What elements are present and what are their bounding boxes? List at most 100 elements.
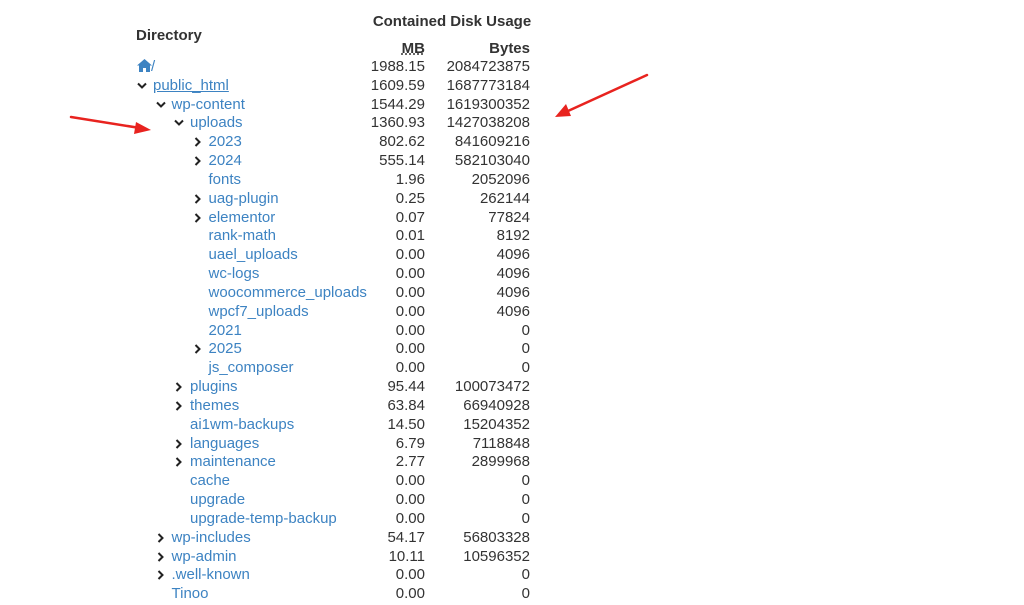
bytes-value: 4096 bbox=[496, 246, 530, 263]
mb-value: 2.77 bbox=[395, 453, 425, 470]
bytes-value: 0 bbox=[521, 585, 530, 602]
directory-link[interactable]: cache bbox=[190, 471, 230, 490]
bytes-value: 0 bbox=[521, 340, 530, 357]
directory-header: Directory bbox=[136, 27, 202, 44]
bytes-value: 7118848 bbox=[472, 435, 530, 452]
table-row: uag-plugin 0.25 262144 bbox=[0, 189, 1024, 208]
table-row: ai1wm-backups 14.50 15204352 bbox=[0, 415, 1024, 434]
directory-link[interactable]: fonts bbox=[209, 170, 242, 189]
table-row: themes 63.84 66940928 bbox=[0, 396, 1024, 415]
mb-value: 0.25 bbox=[395, 190, 425, 207]
chevron-right-icon[interactable] bbox=[192, 343, 204, 355]
directory-link[interactable]: wp-includes bbox=[172, 528, 251, 547]
mb-value: 1609.59 bbox=[370, 77, 425, 94]
chevron-right-icon[interactable] bbox=[173, 400, 185, 412]
directory-link[interactable]: 2024 bbox=[209, 151, 242, 170]
bytes-value: 4096 bbox=[496, 265, 530, 282]
chevron-right-icon[interactable] bbox=[173, 381, 185, 393]
directory-link[interactable]: public_html bbox=[153, 76, 229, 95]
table-row: / 1988.15 2084723875 bbox=[0, 57, 1024, 76]
directory-link[interactable]: 2025 bbox=[209, 339, 242, 358]
table-row: Tinoo 0.00 0 bbox=[0, 584, 1024, 603]
directory-link[interactable]: elementor bbox=[209, 208, 276, 227]
mb-value: 0.00 bbox=[395, 359, 425, 376]
mb-value: 0.00 bbox=[395, 585, 425, 602]
directory-link[interactable]: maintenance bbox=[190, 452, 276, 471]
bytes-value: 15204352 bbox=[463, 416, 530, 433]
mb-value: 1.96 bbox=[395, 171, 425, 188]
chevron-right-icon[interactable] bbox=[192, 193, 204, 205]
mb-value: 0.00 bbox=[395, 472, 425, 489]
directory-link[interactable]: wp-admin bbox=[172, 547, 237, 566]
chevron-right-icon[interactable] bbox=[155, 532, 167, 544]
mb-column-header: MB bbox=[401, 40, 425, 57]
bytes-value: 0 bbox=[521, 491, 530, 508]
table-row: wp-admin 10.11 10596352 bbox=[0, 547, 1024, 566]
table-row: .well-known 0.00 0 bbox=[0, 565, 1024, 584]
table-row: upgrade-temp-backup 0.00 0 bbox=[0, 509, 1024, 528]
mb-value: 1988.15 bbox=[370, 58, 425, 75]
bytes-value: 0 bbox=[521, 472, 530, 489]
chevron-right-icon[interactable] bbox=[173, 438, 185, 450]
table-row: wc-logs 0.00 4096 bbox=[0, 264, 1024, 283]
bytes-value: 4096 bbox=[496, 303, 530, 320]
bytes-value: 100073472 bbox=[454, 378, 530, 395]
table-row: fonts 1.96 2052096 bbox=[0, 170, 1024, 189]
directory-link[interactable]: plugins bbox=[190, 377, 238, 396]
chevron-right-icon[interactable] bbox=[173, 456, 185, 468]
directory-link[interactable]: upgrade-temp-backup bbox=[190, 509, 337, 528]
chevron-right-icon[interactable] bbox=[192, 136, 204, 148]
chevron-down-icon[interactable] bbox=[155, 99, 167, 111]
directory-link[interactable]: themes bbox=[190, 396, 239, 415]
mb-value: 0.00 bbox=[395, 491, 425, 508]
directory-link[interactable]: Tinoo bbox=[172, 584, 209, 603]
directory-link[interactable]: rank-math bbox=[209, 226, 277, 245]
chevron-right-icon[interactable] bbox=[192, 155, 204, 167]
bytes-value: 0 bbox=[521, 510, 530, 527]
mb-value: 0.00 bbox=[395, 322, 425, 339]
bytes-value: 1687773184 bbox=[446, 77, 530, 94]
bytes-column-header: Bytes bbox=[489, 40, 530, 57]
directory-link[interactable]: woocommerce_uploads bbox=[209, 283, 367, 302]
table-row: public_html 1609.59 1687773184 bbox=[0, 76, 1024, 95]
table-row: 2024 555.14 582103040 bbox=[0, 151, 1024, 170]
directory-link[interactable]: 2021 bbox=[209, 321, 242, 340]
chevron-right-icon[interactable] bbox=[155, 569, 167, 581]
mb-value: 0.00 bbox=[395, 566, 425, 583]
directory-link[interactable]: .well-known bbox=[172, 565, 250, 584]
bytes-value: 56803328 bbox=[463, 529, 530, 546]
bytes-value: 77824 bbox=[488, 209, 530, 226]
directory-link[interactable]: languages bbox=[190, 434, 259, 453]
directory-link[interactable]: uael_uploads bbox=[209, 245, 298, 264]
mb-value: 0.00 bbox=[395, 265, 425, 282]
directory-link[interactable]: uag-plugin bbox=[209, 189, 279, 208]
chevron-down-icon[interactable] bbox=[173, 117, 185, 129]
bytes-value: 8192 bbox=[496, 227, 530, 244]
bytes-value: 582103040 bbox=[454, 152, 530, 169]
table-row: 2023 802.62 841609216 bbox=[0, 132, 1024, 151]
table-row: js_composer 0.00 0 bbox=[0, 358, 1024, 377]
bytes-value: 4096 bbox=[496, 284, 530, 301]
mb-value: 0.00 bbox=[395, 510, 425, 527]
bytes-value: 2084723875 bbox=[446, 58, 530, 75]
bytes-value: 66940928 bbox=[463, 397, 530, 414]
bytes-value: 0 bbox=[521, 359, 530, 376]
directory-link[interactable]: / bbox=[151, 57, 155, 76]
bytes-value: 1619300352 bbox=[446, 96, 530, 113]
directory-link[interactable]: ai1wm-backups bbox=[190, 415, 294, 434]
chevron-right-icon[interactable] bbox=[192, 212, 204, 224]
directory-link[interactable]: js_composer bbox=[209, 358, 294, 377]
chevron-right-icon[interactable] bbox=[155, 551, 167, 563]
directory-link[interactable]: 2023 bbox=[209, 132, 242, 151]
chevron-down-icon[interactable] bbox=[136, 80, 148, 92]
directory-link[interactable]: wpcf7_uploads bbox=[209, 302, 309, 321]
directory-link[interactable]: wc-logs bbox=[209, 264, 260, 283]
mb-value: 0.00 bbox=[395, 303, 425, 320]
table-row: elementor 0.07 77824 bbox=[0, 208, 1024, 227]
mb-value: 10.11 bbox=[388, 548, 425, 565]
mb-value: 0.00 bbox=[395, 246, 425, 263]
directory-link[interactable]: uploads bbox=[190, 113, 243, 132]
directory-link[interactable]: wp-content bbox=[172, 95, 245, 114]
mb-value: 1360.93 bbox=[370, 114, 425, 131]
directory-link[interactable]: upgrade bbox=[190, 490, 245, 509]
